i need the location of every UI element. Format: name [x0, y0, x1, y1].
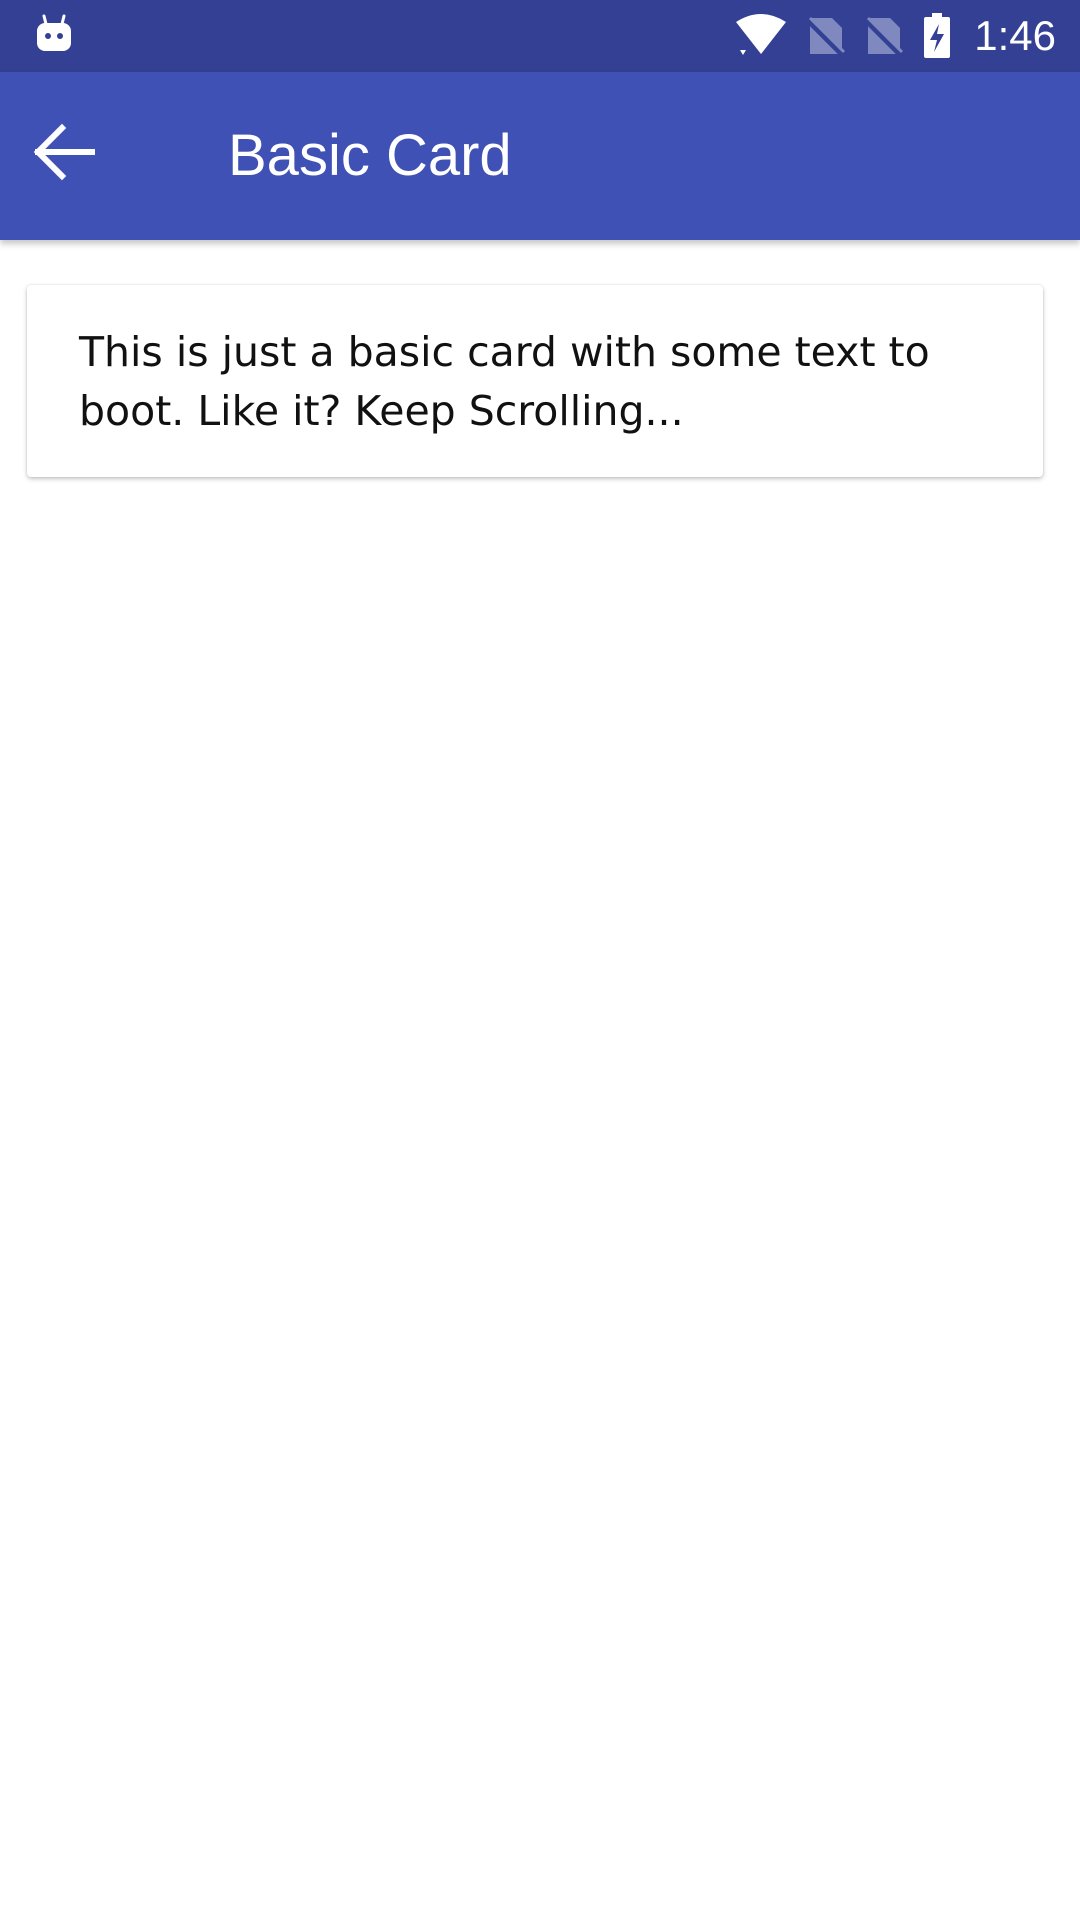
page-title: Basic Card	[228, 123, 512, 188]
status-time: 1:46	[974, 12, 1056, 59]
no-sim-icon	[864, 14, 905, 58]
battery-charging-icon	[922, 12, 952, 60]
status-icons: 1:46	[734, 0, 1056, 72]
card-text: This is just a basic card with some text…	[79, 328, 930, 435]
status-bar: 1:46	[0, 0, 1080, 72]
back-button[interactable]	[16, 106, 112, 202]
basic-card: This is just a basic card with some text…	[27, 285, 1043, 477]
app-bar: Basic Card	[0, 72, 1080, 240]
android-debug-icon	[34, 14, 74, 54]
no-sim-icon	[806, 14, 847, 58]
arrow-back-icon	[32, 120, 96, 188]
wifi-icon	[734, 14, 788, 58]
